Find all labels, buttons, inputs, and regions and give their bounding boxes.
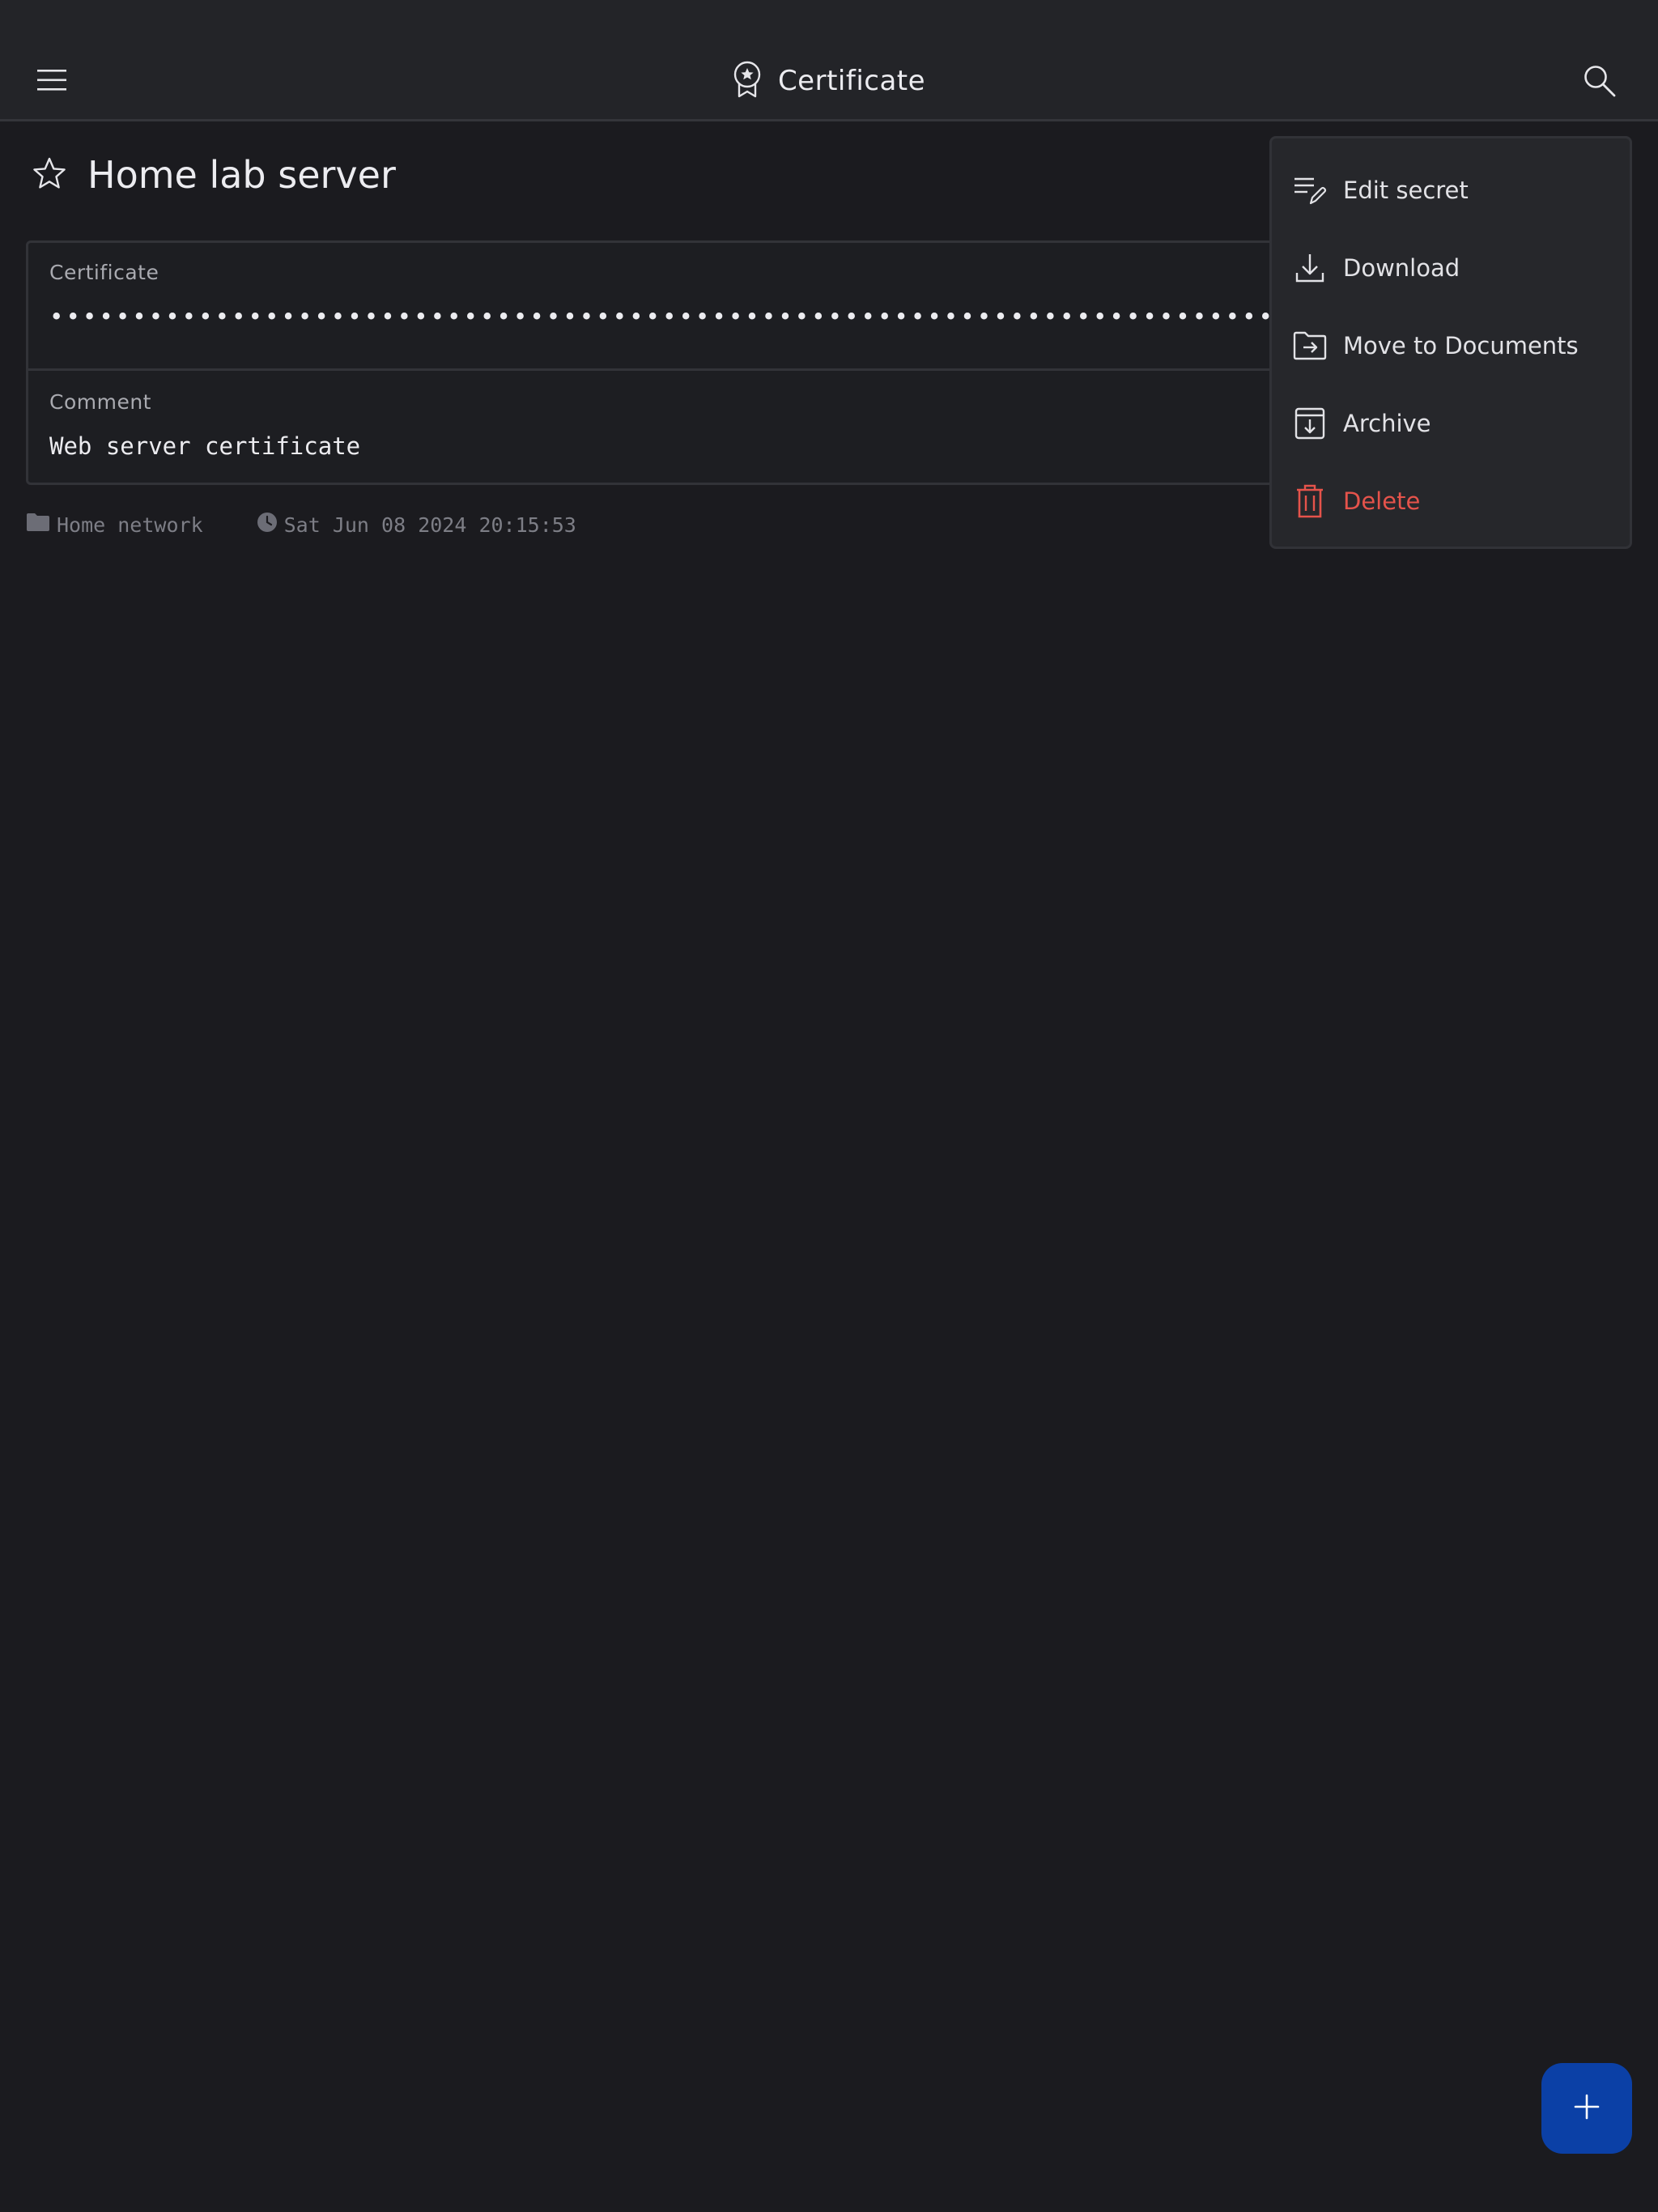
clock-icon xyxy=(257,512,278,538)
trash-icon xyxy=(1293,484,1327,518)
menu-item-move-to-documents[interactable]: Move to Documents xyxy=(1272,307,1630,385)
plus-icon xyxy=(1573,2093,1601,2124)
certificate-field-label: Certificate xyxy=(49,261,159,284)
app-bar-title-group: Certificate xyxy=(0,58,1658,104)
menu-item-label: Archive xyxy=(1343,410,1431,437)
secret-meta-row: Home network Sat Jun 08 2024 20:15:53 xyxy=(26,508,576,541)
star-outline-icon[interactable] xyxy=(32,156,66,194)
app-bar: Certificate xyxy=(0,0,1658,121)
menu-item-delete[interactable]: Delete xyxy=(1272,462,1630,540)
app-bar-title: Certificate xyxy=(777,65,926,97)
menu-item-label: Move to Documents xyxy=(1343,332,1579,359)
archive-icon xyxy=(1293,406,1327,440)
menu-item-download[interactable]: Download xyxy=(1272,229,1630,307)
search-icon[interactable] xyxy=(1582,63,1618,99)
timestamp-text: Sat Jun 08 2024 20:15:53 xyxy=(283,513,576,537)
folder-name: Home network xyxy=(57,513,203,537)
menu-item-label: Edit secret xyxy=(1343,177,1469,204)
folder-move-icon xyxy=(1293,329,1327,363)
folder-icon xyxy=(26,513,50,537)
page-title: Home lab server xyxy=(87,153,396,197)
add-secret-button[interactable] xyxy=(1541,2063,1632,2154)
secret-details-card: Certificate ••••••••••••••••••••••••••••… xyxy=(26,240,1337,485)
download-icon xyxy=(1293,251,1327,285)
folder-meta[interactable]: Home network xyxy=(26,513,203,537)
menu-item-edit-secret[interactable]: Edit secret xyxy=(1272,151,1630,229)
comment-field-value[interactable]: Web server certificate xyxy=(49,432,1312,460)
certificate-badge-icon xyxy=(733,61,762,101)
certificate-field-value[interactable]: ••••••••••••••••••••••••••••••••••••••••… xyxy=(49,303,1312,330)
field-divider xyxy=(28,368,1335,371)
menu-item-label: Download xyxy=(1343,254,1460,282)
edit-list-icon xyxy=(1293,173,1327,207)
comment-field-label: Comment xyxy=(49,390,151,414)
menu-item-archive[interactable]: Archive xyxy=(1272,385,1630,462)
menu-item-label: Delete xyxy=(1343,487,1421,515)
secret-title-row: Home lab server xyxy=(32,149,396,201)
secret-actions-menu: Edit secret Download Move to Documents A… xyxy=(1269,136,1632,549)
timestamp-meta: Sat Jun 08 2024 20:15:53 xyxy=(257,512,576,538)
